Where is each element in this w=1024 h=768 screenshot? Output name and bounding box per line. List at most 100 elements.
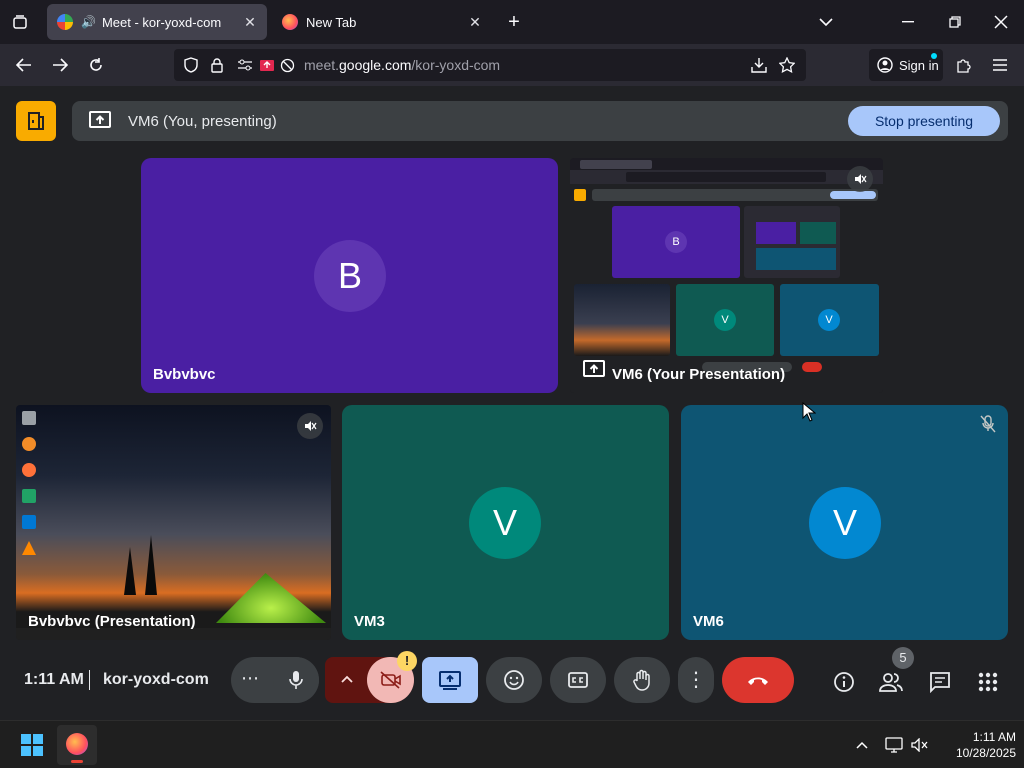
mic-muted-icon (847, 166, 873, 192)
firefox-icon (282, 14, 298, 30)
sign-in-label: Sign in (899, 57, 939, 73)
close-window-icon[interactable] (989, 10, 1013, 34)
more-options-button[interactable]: ⋮ (678, 657, 714, 703)
present-screen-icon (88, 110, 112, 135)
taskbar-time: 1:11 AM (972, 730, 1016, 744)
tab-list-icon[interactable] (8, 10, 32, 34)
maximize-window-icon[interactable] (943, 10, 967, 34)
install-app-icon[interactable] (750, 56, 768, 74)
sign-in-button[interactable]: Sign in (869, 49, 943, 81)
firefox-icon (66, 733, 88, 755)
close-tab-icon[interactable]: ✕ (466, 13, 484, 31)
microphone-button[interactable] (273, 657, 319, 703)
more-audio-options-icon[interactable]: ⋯ (241, 668, 259, 689)
people-icon (879, 673, 903, 692)
participant-tile-your-presentation[interactable]: B V V VM6 (Your Presentation) (570, 158, 883, 393)
account-icon (877, 57, 893, 73)
present-screen-icon (439, 671, 461, 690)
meeting-code: kor-yoxd-com (103, 671, 209, 688)
reload-icon[interactable] (84, 53, 108, 77)
apps-grid-icon (978, 672, 998, 692)
desktop-icons-column (18, 407, 40, 587)
camera-group: ! (325, 651, 417, 703)
forward-arrow-icon[interactable] (48, 53, 72, 77)
more-vert-icon: ⋮ (686, 669, 706, 691)
activities-button[interactable] (974, 668, 1002, 696)
address-bar[interactable]: meet.google.com/kor-yoxd-com (174, 49, 806, 81)
hang-up-icon (748, 677, 768, 685)
google-meet-favicon-icon (57, 14, 73, 30)
tab-meet[interactable]: 🔊 Meet - kor-yoxd-com ✕ (47, 4, 267, 40)
nested-avatar: B (665, 231, 687, 253)
back-arrow-icon[interactable] (12, 53, 36, 77)
info-icon (834, 672, 854, 692)
participant-count-badge: 5 (892, 647, 914, 669)
taskbar-clock[interactable]: 1:11 AM 10/28/2025 (940, 729, 1016, 761)
present-now-button[interactable] (422, 657, 478, 703)
participant-name: VM6 (Your Presentation) (612, 366, 786, 383)
avatar: V (469, 487, 541, 559)
reactions-button[interactable] (486, 657, 542, 703)
camera-off-icon (379, 671, 401, 689)
bookmark-star-icon[interactable] (778, 56, 796, 74)
show-hidden-icons-chevron-icon[interactable] (850, 733, 874, 757)
camera-warning-badge: ! (397, 651, 417, 671)
participant-name: Bvbvbvc (Presentation) (28, 613, 196, 630)
raise-hand-icon (633, 669, 650, 691)
present-screen-icon (582, 359, 606, 384)
mouse-cursor-icon (802, 402, 816, 422)
volume-muted-icon[interactable] (908, 733, 932, 757)
nested-presentation-preview: B V V (570, 158, 883, 393)
close-tab-icon[interactable]: ✕ (241, 13, 259, 31)
mic-muted-icon (297, 413, 323, 439)
nested-avatar: V (818, 309, 840, 331)
participant-name: VM3 (354, 613, 385, 630)
divider (89, 670, 90, 690)
autoplay-blocked-icon[interactable] (278, 56, 296, 74)
meet-logo-icon[interactable] (16, 101, 56, 141)
nested-avatar: V (714, 309, 736, 331)
minimize-window-icon[interactable] (896, 10, 920, 34)
microphone-icon (289, 671, 303, 689)
notification-dot-icon (931, 53, 937, 59)
tab-title: New Tab (306, 14, 357, 30)
taskbar-date: 10/28/2025 (955, 746, 1016, 760)
emoji-icon (504, 670, 524, 690)
taskbar-firefox-button[interactable] (57, 725, 97, 765)
browser-nav-bar: meet.google.com/kor-yoxd-com Sign in (0, 44, 1024, 86)
more-video-options-icon[interactable] (341, 670, 353, 688)
captions-button[interactable] (550, 657, 606, 703)
tab-new-tab[interactable]: New Tab ✕ (272, 4, 492, 40)
stop-presenting-button[interactable]: Stop presenting (848, 106, 1000, 136)
browser-tab-bar: 🔊 Meet - kor-yoxd-com ✕ New Tab ✕ + (0, 0, 1024, 44)
tab-title: Meet - kor-yoxd-com (101, 14, 222, 30)
mic-group: ⋯ (231, 657, 319, 703)
people-button[interactable] (877, 668, 905, 696)
tab-overflow-chevron-icon[interactable] (814, 10, 838, 34)
windows-start-icon[interactable] (20, 733, 44, 757)
meeting-details-button[interactable] (830, 668, 858, 696)
tent-graphic (216, 573, 326, 623)
participant-tile-bvbvbvc-presentation[interactable]: Bvbvbvc (Presentation) (16, 405, 331, 640)
screen-sharing-indicator-icon[interactable] (258, 56, 276, 74)
participant-name: Bvbvbvc (153, 366, 216, 383)
network-icon[interactable] (882, 733, 906, 757)
participant-tile-bvbvbvc[interactable]: B Bvbvbvc (141, 158, 558, 393)
participant-tile-vm3[interactable]: V VM3 (342, 405, 669, 640)
url-text[interactable]: meet.google.com/kor-yoxd-com (304, 57, 500, 73)
tree-silhouettes (124, 535, 157, 595)
new-tab-plus-icon[interactable]: + (502, 10, 526, 34)
chat-button[interactable] (926, 668, 954, 696)
mic-off-icon (980, 415, 996, 438)
raise-hand-button[interactable] (614, 657, 670, 703)
extensions-puzzle-icon[interactable] (952, 53, 976, 77)
permissions-icon[interactable] (236, 56, 254, 74)
leave-call-button[interactable] (722, 657, 794, 703)
lock-icon[interactable] (208, 56, 226, 74)
participant-tile-vm6[interactable]: V VM6 (681, 405, 1008, 640)
avatar: V (809, 487, 881, 559)
tracking-shield-icon[interactable] (182, 56, 200, 74)
meeting-time: 1:11 AM (24, 671, 84, 688)
speaker-icon[interactable]: 🔊 (81, 15, 96, 29)
hamburger-menu-icon[interactable] (988, 53, 1012, 77)
